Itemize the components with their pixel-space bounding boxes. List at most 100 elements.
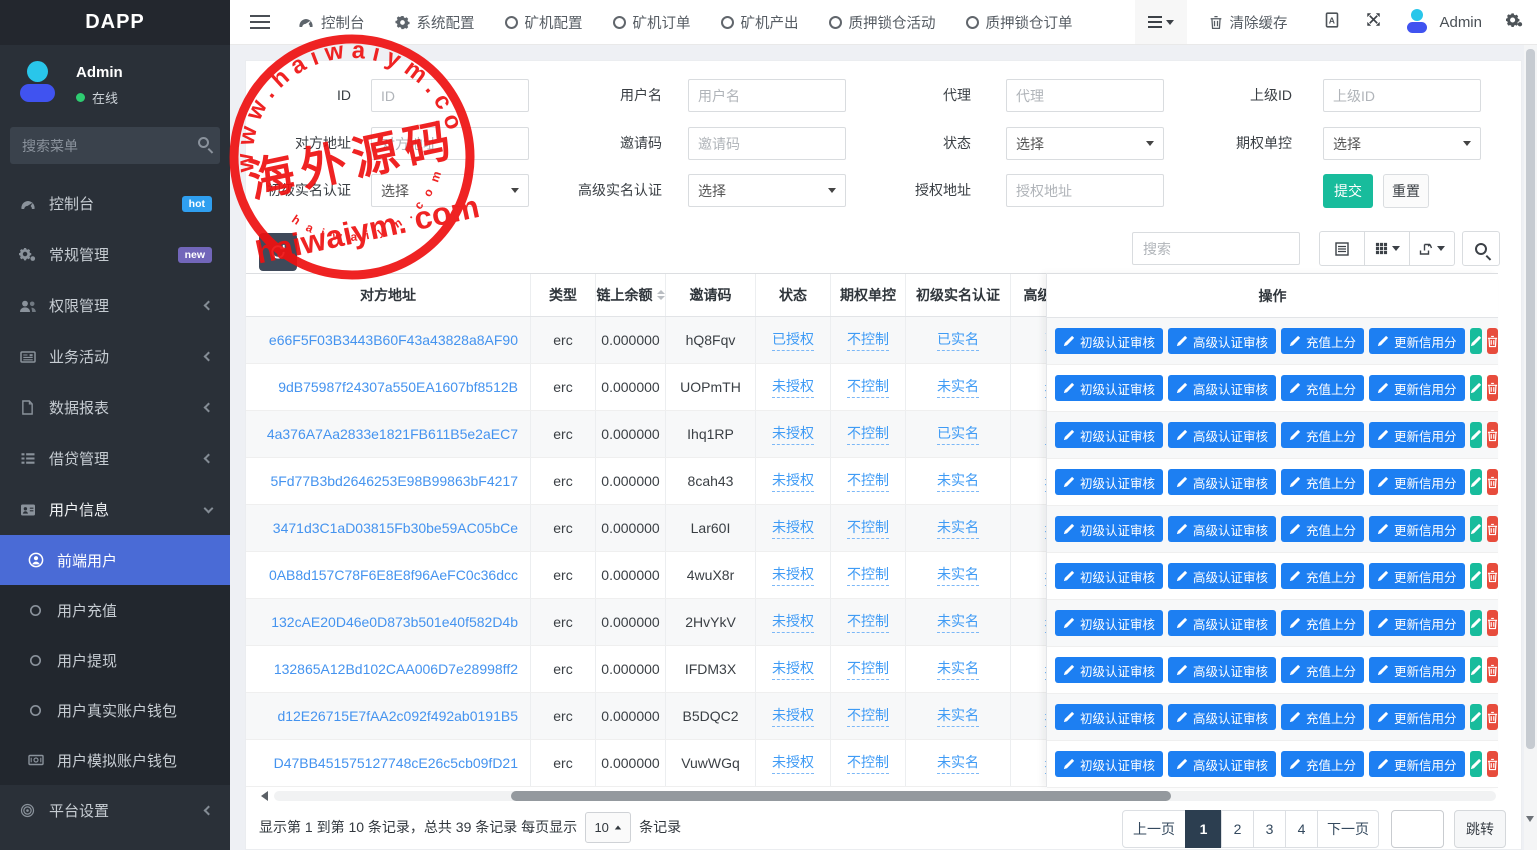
edit-button[interactable] (1470, 563, 1482, 589)
fullscreen-icon[interactable] (1366, 12, 1381, 32)
senior-kyc-review-button[interactable]: 高级认证审核 (1168, 469, 1276, 495)
topnav-item[interactable]: 矿机配置 (505, 12, 583, 33)
junior-kyc-link[interactable]: 未实名 (937, 752, 979, 774)
update-credit-button[interactable]: 更新信用分 (1369, 657, 1465, 683)
status-link[interactable]: 已授权 (772, 329, 814, 351)
sidebar-item-user-demo-wallet[interactable]: 用户模拟账户钱包 (0, 735, 230, 785)
address-link[interactable]: 3471d3C1aD03815Fb30be59AC05bCe (273, 520, 518, 536)
log-document-icon[interactable]: A (1324, 12, 1340, 33)
sidebar-item-user-recharge[interactable]: 用户充值 (0, 585, 230, 635)
recharge-button[interactable]: 充值上分 (1281, 704, 1364, 730)
update-credit-button[interactable]: 更新信用分 (1369, 704, 1465, 730)
control-link[interactable]: 不控制 (847, 658, 889, 680)
junior-kyc-link[interactable]: 未实名 (937, 470, 979, 492)
recharge-button[interactable]: 充值上分 (1281, 469, 1364, 495)
junior-kyc-link[interactable]: 未实名 (937, 376, 979, 398)
status-link[interactable]: 未授权 (772, 564, 814, 586)
address-link[interactable]: e66F5F03B3443B60F43a43828a8AF90 (269, 332, 518, 348)
sidebar-item-lending[interactable]: 借贷管理 (0, 433, 230, 484)
status-link[interactable]: 未授权 (772, 705, 814, 727)
admin-user-menu[interactable]: Admin (1404, 9, 1482, 35)
address-link[interactable]: 132cAE20D46e0D873b501e40f582D4b (271, 614, 518, 630)
page-button-2[interactable]: 2 (1221, 810, 1254, 848)
senior-kyc-review-button[interactable]: 高级认证审核 (1168, 563, 1276, 589)
update-credit-button[interactable]: 更新信用分 (1369, 516, 1465, 542)
page-button-3[interactable]: 3 (1253, 810, 1286, 848)
status-link[interactable]: 未授权 (772, 517, 814, 539)
update-credit-button[interactable]: 更新信用分 (1369, 328, 1465, 354)
edit-button[interactable] (1470, 657, 1482, 683)
senior-kyc-review-button[interactable]: 高级认证审核 (1168, 610, 1276, 636)
jump-page-input[interactable] (1391, 810, 1444, 848)
address-link[interactable]: d12E26715E7fAA2c092f492ab0191B5 (277, 708, 518, 724)
update-credit-button[interactable]: 更新信用分 (1369, 422, 1465, 448)
junior-kyc-review-button[interactable]: 初级认证审核 (1055, 563, 1163, 589)
edit-button[interactable] (1470, 328, 1482, 354)
topnav-item[interactable]: 矿机订单 (613, 12, 691, 33)
junior-kyc-review-button[interactable]: 初级认证审核 (1055, 516, 1163, 542)
submit-button[interactable]: 提交 (1323, 174, 1373, 208)
control-link[interactable]: 不控制 (847, 705, 889, 727)
recharge-button[interactable]: 充值上分 (1281, 375, 1364, 401)
detail-view-button[interactable] (1319, 231, 1365, 266)
filter-input-address[interactable] (371, 127, 529, 160)
sidebar-item-platform-settings[interactable]: 平台设置 (0, 785, 230, 836)
topnav-item[interactable]: 质押锁仓订单 (966, 12, 1073, 33)
sidebar-item-general[interactable]: 常规管理new (0, 229, 230, 280)
recharge-button[interactable]: 充值上分 (1281, 657, 1364, 683)
status-link[interactable]: 未授权 (772, 611, 814, 633)
next-page-button[interactable]: 下一页 (1317, 810, 1379, 848)
status-link[interactable]: 未授权 (772, 423, 814, 445)
control-link[interactable]: 不控制 (847, 376, 889, 398)
page-button-4[interactable]: 4 (1285, 810, 1318, 848)
junior-kyc-review-button[interactable]: 初级认证审核 (1055, 328, 1163, 354)
recharge-button[interactable]: 充值上分 (1281, 516, 1364, 542)
status-link[interactable]: 未授权 (772, 752, 814, 774)
jump-button[interactable]: 跳转 (1454, 810, 1506, 848)
edit-button[interactable] (1470, 516, 1482, 542)
filter-input-parent-id[interactable] (1323, 79, 1481, 112)
address-link[interactable]: D47BB451575127748cE26c5cb09fD21 (274, 755, 518, 771)
topnav-item[interactable]: 质押锁仓活动 (829, 12, 936, 33)
delete-button[interactable] (1487, 563, 1498, 589)
sidebar-item-dashboard[interactable]: 控制台hot (0, 178, 230, 229)
junior-kyc-review-button[interactable]: 初级认证审核 (1055, 657, 1163, 683)
recharge-button[interactable]: 充值上分 (1281, 563, 1364, 589)
sidebar-item-front-users[interactable]: 前端用户 (0, 535, 230, 585)
page-size-selector[interactable]: 10 (585, 812, 631, 843)
update-credit-button[interactable]: 更新信用分 (1369, 751, 1465, 777)
edit-button[interactable] (1470, 751, 1482, 777)
vertical-scrollbar-thumb[interactable] (1526, 49, 1535, 749)
table-search-input[interactable] (1132, 232, 1300, 265)
junior-kyc-link[interactable]: 未实名 (937, 564, 979, 586)
recharge-button[interactable]: 充值上分 (1281, 328, 1364, 354)
sidebar-item-user-real-wallet[interactable]: 用户真实账户钱包 (0, 685, 230, 735)
address-link[interactable]: 9dB75987f24307a550EA1607bf8512B (278, 379, 518, 395)
delete-button[interactable] (1487, 704, 1498, 730)
filter-select-option-control[interactable]: 选择 (1323, 127, 1481, 160)
junior-kyc-review-button[interactable]: 初级认证审核 (1055, 610, 1163, 636)
hscroll-left-arrow[interactable] (261, 791, 268, 801)
filter-select-status[interactable]: 选择 (1006, 127, 1164, 160)
senior-kyc-review-button[interactable]: 高级认证审核 (1168, 704, 1276, 730)
junior-kyc-link[interactable]: 未实名 (937, 705, 979, 727)
hscroll-thumb[interactable] (511, 791, 1171, 801)
delete-button[interactable] (1487, 375, 1498, 401)
page-button-1[interactable]: 1 (1185, 810, 1222, 848)
senior-kyc-review-button[interactable]: 高级认证审核 (1168, 375, 1276, 401)
nav-collapse-toggle[interactable] (1135, 0, 1187, 44)
reset-button[interactable]: 重置 (1383, 174, 1429, 208)
filter-select-senior-kyc[interactable]: 选择 (688, 174, 846, 207)
control-link[interactable]: 不控制 (847, 517, 889, 539)
senior-kyc-review-button[interactable]: 高级认证审核 (1168, 516, 1276, 542)
delete-button[interactable] (1487, 751, 1498, 777)
control-link[interactable]: 不控制 (847, 752, 889, 774)
edit-button[interactable] (1470, 469, 1482, 495)
recharge-button[interactable]: 充值上分 (1281, 751, 1364, 777)
recharge-button[interactable]: 充值上分 (1281, 610, 1364, 636)
refresh-button[interactable] (259, 233, 297, 271)
status-link[interactable]: 未授权 (772, 470, 814, 492)
settings-gears-icon[interactable] (1506, 12, 1523, 33)
control-link[interactable]: 不控制 (847, 423, 889, 445)
vertical-scrollbar[interactable] (1524, 45, 1537, 850)
